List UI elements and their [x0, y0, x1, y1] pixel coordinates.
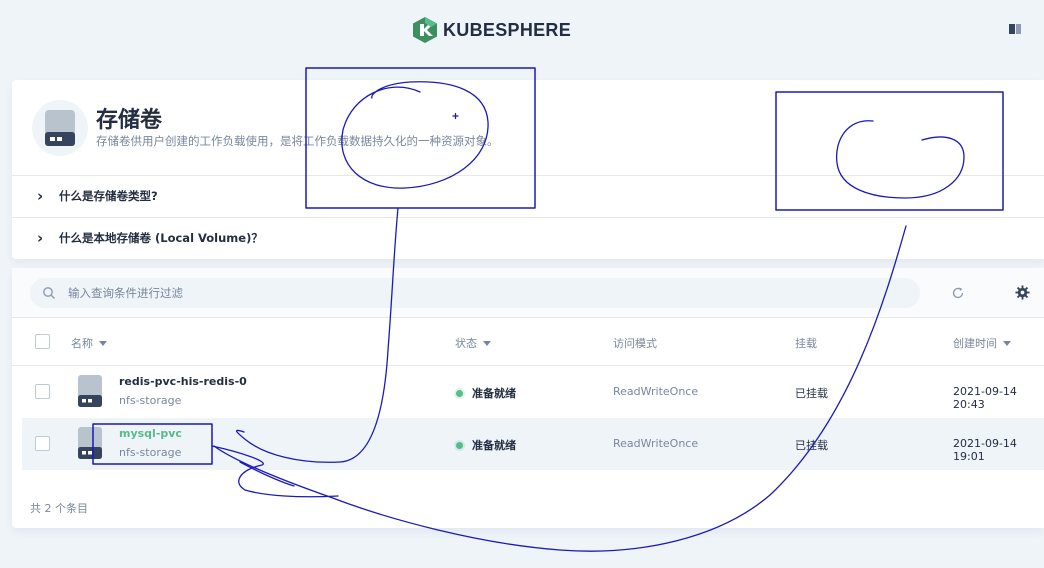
mount-status: 已挂载: [795, 439, 828, 452]
mount-status: 已挂载: [795, 387, 828, 400]
search-input[interactable]: [68, 278, 908, 308]
col-created-label: 创建时间: [953, 337, 997, 350]
status-text: 准备就绪: [472, 387, 516, 400]
page-title: 存储卷: [96, 108, 163, 133]
col-access-label: 访问模式: [613, 337, 657, 350]
access-mode: ReadWriteOnce: [613, 385, 699, 398]
col-status[interactable]: 状态: [455, 335, 491, 351]
banner-header: 存储卷 存储卷供用户创建的工作负载使用，是将工作负载数据持久化的一种资源对象。: [12, 80, 1044, 175]
faq-label: 什么是本地存储卷 (Local Volume)？: [59, 231, 263, 245]
brand-name: KUBESPHERE: [443, 19, 572, 40]
top-navbar: KUBESPHERE: [0, 0, 1044, 62]
col-access-mode: 访问模式: [613, 335, 657, 351]
storage-class: nfs-storage: [119, 394, 182, 407]
settings-button[interactable]: [1012, 282, 1032, 302]
disk-icon: [32, 100, 88, 156]
storage-class: nfs-storage: [119, 446, 182, 459]
created-time: 2021-09-14 20:43: [953, 385, 1017, 411]
status-dot-icon: [456, 441, 463, 449]
volume-name-link[interactable]: mysql-pvc: [119, 427, 182, 440]
sort-caret-icon: [483, 340, 491, 346]
table-toolbar: [12, 268, 1044, 318]
row-checkbox[interactable]: [35, 436, 50, 451]
col-status-label: 状态: [455, 337, 477, 350]
row-checkbox[interactable]: [35, 384, 50, 399]
faq-label: 什么是存储卷类型?: [59, 189, 158, 203]
refresh-icon: [952, 287, 964, 299]
faq-local-volume[interactable]: › 什么是本地存储卷 (Local Volume)？: [12, 217, 1044, 258]
table-row[interactable]: redis-pvc-his-redis-0 nfs-storage 准备就绪 R…: [22, 366, 1044, 418]
col-mount: 挂载: [795, 335, 817, 351]
select-all-checkbox[interactable]: [35, 334, 50, 349]
col-created[interactable]: 创建时间: [953, 335, 1011, 351]
col-mount-label: 挂载: [795, 337, 817, 350]
volume-name-link[interactable]: redis-pvc-his-redis-0: [119, 375, 247, 388]
total-count: 共 2 个条目: [30, 502, 88, 515]
disk-icon: [78, 375, 102, 407]
search-icon: [43, 287, 55, 299]
status-badge: 准备就绪: [456, 437, 516, 453]
kubesphere-logo-icon: [413, 17, 437, 43]
gear-icon: [1014, 284, 1030, 300]
col-name-label: 名称: [71, 337, 93, 350]
table-row[interactable]: mysql-pvc nfs-storage 准备就绪 ReadWriteOnce…: [22, 418, 1044, 470]
disk-icon: [78, 427, 102, 459]
refresh-button[interactable]: [948, 283, 968, 303]
access-mode: ReadWriteOnce: [613, 437, 699, 450]
table-header: 名称 状态 访问模式 挂载 创建时间: [12, 318, 1044, 366]
chevron-right-icon: ›: [37, 187, 44, 205]
page-description: 存储卷供用户创建的工作负载使用，是将工作负载数据持久化的一种资源对象。: [96, 134, 499, 148]
sort-caret-icon: [1003, 340, 1011, 346]
volume-table-card: 名称 状态 访问模式 挂载 创建时间 redis-pvc-his-redis-0…: [12, 268, 1044, 528]
col-name[interactable]: 名称: [71, 335, 107, 351]
created-time: 2021-09-14 19:01: [953, 437, 1017, 463]
layout-toggle-icon[interactable]: [1009, 24, 1021, 34]
faq-volume-types[interactable]: › 什么是存储卷类型?: [12, 175, 1044, 216]
page-banner: 存储卷 存储卷供用户创建的工作负载使用，是将工作负载数据持久化的一种资源对象。 …: [12, 80, 1044, 259]
brand-logo[interactable]: KUBESPHERE: [413, 17, 571, 43]
status-text: 准备就绪: [472, 439, 516, 452]
status-dot-icon: [456, 389, 463, 397]
chevron-right-icon: ›: [37, 229, 44, 247]
status-badge: 准备就绪: [456, 385, 516, 401]
sort-caret-icon: [99, 340, 107, 346]
search-bar[interactable]: [30, 278, 920, 308]
